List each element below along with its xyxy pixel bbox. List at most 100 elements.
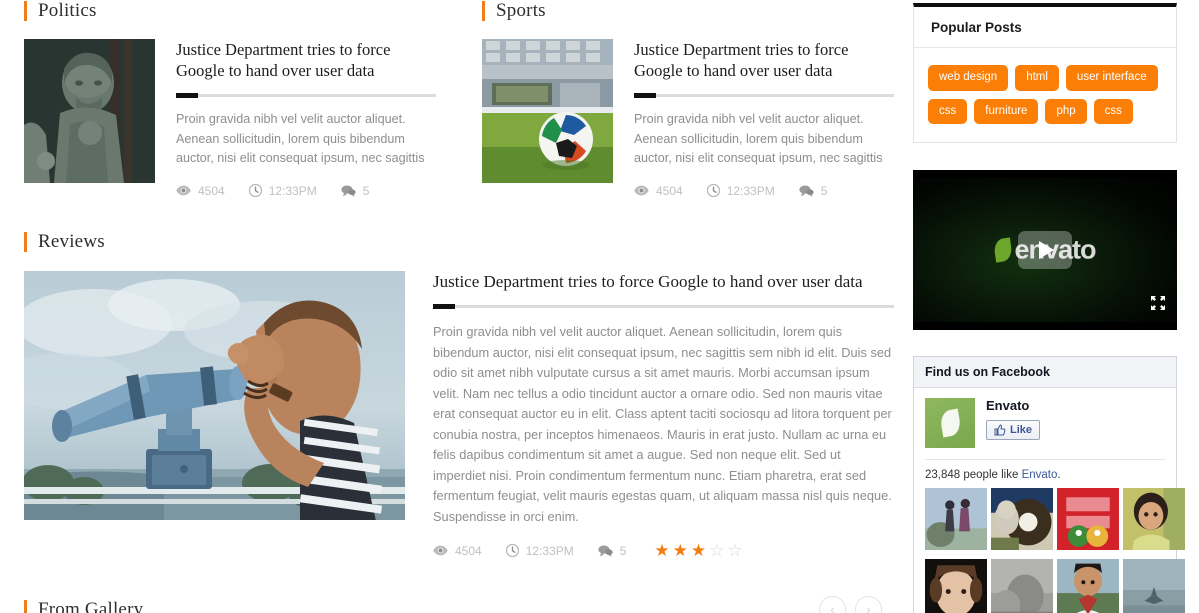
star-filled-2[interactable]: ★ — [673, 542, 688, 559]
article-title[interactable]: Justice Department tries to force Google… — [176, 39, 436, 82]
tag-html[interactable]: html — [1015, 65, 1059, 91]
clock-icon — [248, 184, 262, 198]
friend-photo[interactable] — [1057, 488, 1119, 555]
section-heading-politics: Politics — [24, 0, 436, 22]
views-count: 4504 — [455, 543, 482, 558]
friend-photo[interactable] — [991, 488, 1053, 555]
review-body: Justice Department tries to force Google… — [405, 271, 894, 559]
review-title[interactable]: Justice Department tries to force Google… — [433, 271, 894, 294]
comments-count: 5 — [820, 183, 828, 198]
main-content: Politics Justice Department tries to for… — [24, 0, 894, 613]
facebook-profile-info: Envato Like — [986, 398, 1041, 448]
star-empty-4[interactable]: ☆ — [709, 542, 724, 559]
tag-user-interface[interactable]: user interface — [1065, 65, 1158, 91]
friend-avatar-image — [991, 559, 1053, 613]
facebook-page-link[interactable]: Envato — [1022, 469, 1058, 481]
views-meta: 4504 — [433, 544, 482, 558]
avatar — [925, 398, 975, 448]
like-count-prefix: 23,848 people like — [925, 469, 1019, 481]
accent-bar — [482, 1, 485, 21]
section-title: Sports — [496, 0, 546, 21]
rating-stars[interactable]: ★ ★ ★ ☆ ☆ — [654, 542, 742, 559]
tag-web-design[interactable]: web design — [928, 65, 1009, 91]
fullscreen-icon[interactable] — [1151, 296, 1165, 310]
comments-count: 5 — [362, 183, 370, 198]
friend-photo[interactable] — [1123, 559, 1185, 613]
friend-avatar-image — [1123, 488, 1185, 550]
facebook-profile: Envato Like — [925, 398, 1165, 448]
views-count: 4504 — [198, 183, 225, 198]
views-meta: 4504 — [634, 184, 683, 198]
comment-icon — [598, 545, 613, 557]
friend-photo[interactable] — [925, 559, 987, 613]
facebook-like-label: Like — [1010, 424, 1033, 436]
thumbs-up-icon — [994, 424, 1006, 436]
tag-furniture[interactable]: furniture — [974, 98, 1039, 124]
friend-photo[interactable] — [991, 559, 1053, 613]
section-reviews: Reviews Justice Department tries to forc… — [24, 231, 894, 559]
eye-icon — [433, 545, 448, 556]
friend-photo[interactable] — [925, 488, 987, 555]
publish-time: 12:33PM — [525, 543, 574, 558]
lincoln-statue-image — [24, 39, 155, 183]
soccer-ball-image — [482, 39, 613, 183]
widget-popular-posts: Popular Posts web design html user inter… — [913, 3, 1177, 143]
clock-icon — [505, 544, 519, 558]
tag-css[interactable]: css — [928, 98, 968, 124]
article-thumbnail[interactable] — [482, 39, 613, 183]
accent-bar — [24, 231, 27, 252]
title-divider — [634, 92, 894, 98]
section-heading-reviews: Reviews — [24, 231, 894, 253]
title-divider — [176, 92, 436, 98]
widget-video-player[interactable]: envato — [913, 170, 1177, 330]
section-politics: Politics Justice Department tries to for… — [24, 0, 436, 198]
time-meta: 12:33PM — [248, 184, 317, 198]
comment-icon — [341, 185, 356, 197]
play-button[interactable] — [1018, 231, 1072, 269]
facebook-page-name[interactable]: Envato — [986, 398, 1040, 413]
tower-viewer-image — [24, 270, 405, 520]
star-filled-3[interactable]: ★ — [691, 542, 706, 559]
review-image[interactable] — [24, 270, 405, 520]
accent-bar — [24, 599, 27, 613]
accent-bar — [24, 1, 27, 21]
page-root: Politics Justice Department tries to for… — [0, 0, 1199, 613]
views-meta: 4504 — [176, 184, 225, 198]
friend-avatar-image — [1123, 559, 1185, 613]
tag-css-2[interactable]: css — [1093, 98, 1133, 124]
star-empty-5[interactable]: ☆ — [727, 542, 742, 559]
comments-meta: 5 — [598, 543, 627, 558]
carousel-nav: ‹ › — [819, 596, 882, 613]
section-title: Politics — [38, 0, 97, 21]
carousel-next-button[interactable]: › — [855, 596, 882, 613]
friend-photo[interactable] — [1057, 559, 1119, 613]
publish-time: 12:33PM — [726, 183, 775, 198]
review-meta: 4504 12:33PM 5 ★ ★ ★ ☆ ☆ — [433, 542, 894, 559]
friend-photo[interactable] — [1123, 488, 1185, 555]
article-card-sports[interactable]: Justice Department tries to force Google… — [482, 39, 894, 198]
article-thumbnail[interactable] — [24, 39, 155, 183]
facebook-like-button[interactable]: Like — [986, 420, 1041, 440]
section-heading-sports: Sports — [482, 0, 894, 22]
article-excerpt: Proin gravida nibh vel velit auctor aliq… — [176, 111, 425, 166]
section-title: Reviews — [38, 230, 105, 252]
comment-icon — [799, 185, 814, 197]
star-filled-1[interactable]: ★ — [654, 542, 669, 559]
article-card-politics[interactable]: Justice Department tries to force Google… — [24, 39, 436, 198]
comments-count: 5 — [619, 543, 627, 558]
article-meta: 4504 12:33PM 5 — [634, 184, 894, 198]
tag-php[interactable]: php — [1045, 98, 1087, 124]
gallery-heading: From Gallery — [24, 599, 143, 613]
carousel-prev-button[interactable]: ‹ — [819, 596, 846, 613]
widget-facebook: Find us on Facebook Envato Like 23,848 p… — [913, 356, 1185, 613]
friend-avatar-image — [925, 559, 987, 613]
facebook-friends-grid — [925, 488, 1185, 613]
sidebar: Popular Posts web design html user inter… — [913, 3, 1185, 613]
facebook-widget-body: Envato Like 23,848 people like Envato. — [914, 388, 1185, 613]
title-divider — [433, 304, 894, 310]
eye-icon — [634, 185, 649, 196]
article-title[interactable]: Justice Department tries to force Google… — [634, 39, 894, 82]
article-meta: 4504 12:33PM 5 — [176, 184, 436, 198]
time-meta: 12:33PM — [505, 543, 574, 558]
comments-meta: 5 — [799, 183, 828, 198]
